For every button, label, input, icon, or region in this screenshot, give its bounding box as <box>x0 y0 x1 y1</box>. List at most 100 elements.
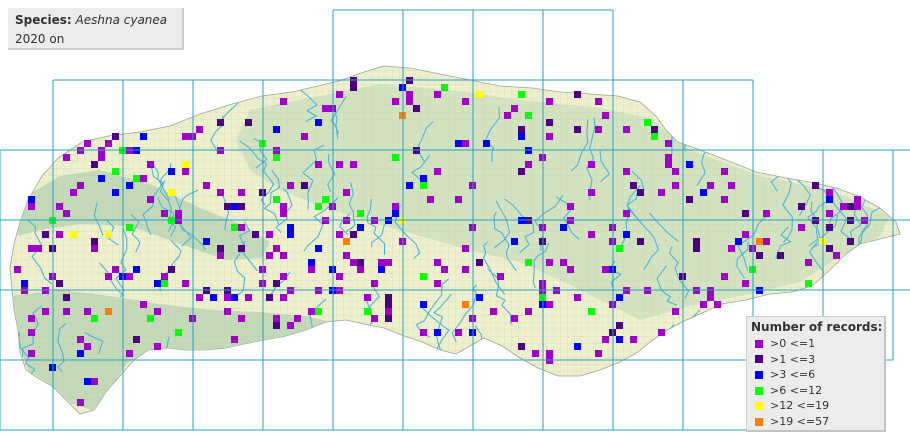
record-cell[interactable] <box>301 133 308 140</box>
record-cell[interactable] <box>756 252 763 259</box>
record-cell[interactable] <box>525 161 532 168</box>
record-cell[interactable] <box>455 140 462 147</box>
record-cell[interactable] <box>364 294 371 301</box>
record-cell[interactable] <box>161 273 168 280</box>
record-cell[interactable] <box>595 126 602 133</box>
record-cell[interactable] <box>672 182 679 189</box>
record-cell[interactable] <box>826 245 833 252</box>
record-cell[interactable] <box>686 161 693 168</box>
record-cell[interactable] <box>637 238 644 245</box>
record-cell[interactable] <box>63 308 70 315</box>
record-cell[interactable] <box>385 294 392 301</box>
record-cell[interactable] <box>385 308 392 315</box>
record-cell[interactable] <box>182 280 189 287</box>
record-cell[interactable] <box>595 98 602 105</box>
record-cell[interactable] <box>616 336 623 343</box>
record-cell[interactable] <box>532 350 539 357</box>
record-cell[interactable] <box>126 182 133 189</box>
record-cell[interactable] <box>161 280 168 287</box>
record-cell[interactable] <box>455 196 462 203</box>
record-cell[interactable] <box>98 154 105 161</box>
record-cell[interactable] <box>77 336 84 343</box>
record-cell[interactable] <box>14 266 21 273</box>
record-cell[interactable] <box>56 280 63 287</box>
record-cell[interactable] <box>273 126 280 133</box>
record-cell[interactable] <box>525 308 532 315</box>
record-cell[interactable] <box>280 273 287 280</box>
record-cell[interactable] <box>217 245 224 252</box>
record-cell[interactable] <box>175 329 182 336</box>
record-cell[interactable] <box>147 315 154 322</box>
record-cell[interactable] <box>224 203 231 210</box>
record-cell[interactable] <box>602 336 609 343</box>
record-cell[interactable] <box>336 231 343 238</box>
record-cell[interactable] <box>518 133 525 140</box>
record-cell[interactable] <box>343 238 350 245</box>
record-cell[interactable] <box>567 266 574 273</box>
record-cell[interactable] <box>490 308 497 315</box>
record-cell[interactable] <box>287 182 294 189</box>
record-cell[interactable] <box>91 378 98 385</box>
record-cell[interactable] <box>350 84 357 91</box>
record-cell[interactable] <box>546 350 553 357</box>
record-cell[interactable] <box>28 196 35 203</box>
record-cell[interactable] <box>658 329 665 336</box>
record-cell[interactable] <box>476 259 483 266</box>
record-cell[interactable] <box>182 133 189 140</box>
record-cell[interactable] <box>805 259 812 266</box>
record-cell[interactable] <box>357 259 364 266</box>
record-cell[interactable] <box>455 329 462 336</box>
record-cell[interactable] <box>28 315 35 322</box>
record-cell[interactable] <box>357 210 364 217</box>
record-cell[interactable] <box>441 266 448 273</box>
record-cell[interactable] <box>420 175 427 182</box>
record-cell[interactable] <box>350 259 357 266</box>
record-cell[interactable] <box>287 322 294 329</box>
record-cell[interactable] <box>434 259 441 266</box>
record-cell[interactable] <box>245 119 252 126</box>
record-cell[interactable] <box>217 189 224 196</box>
record-cell[interactable] <box>518 168 525 175</box>
record-cell[interactable] <box>42 231 49 238</box>
record-cell[interactable] <box>280 294 287 301</box>
record-cell[interactable] <box>140 175 147 182</box>
record-cell[interactable] <box>287 231 294 238</box>
record-cell[interactable] <box>385 259 392 266</box>
record-cell[interactable] <box>315 203 322 210</box>
record-cell[interactable] <box>798 224 805 231</box>
record-cell[interactable] <box>112 133 119 140</box>
record-cell[interactable] <box>511 238 518 245</box>
record-cell[interactable] <box>63 154 70 161</box>
record-cell[interactable] <box>588 308 595 315</box>
record-cell[interactable] <box>392 203 399 210</box>
record-cell[interactable] <box>763 238 770 245</box>
record-cell[interactable] <box>168 168 175 175</box>
record-cell[interactable] <box>112 168 119 175</box>
record-cell[interactable] <box>140 133 147 140</box>
record-cell[interactable] <box>574 294 581 301</box>
record-cell[interactable] <box>35 245 42 252</box>
record-cell[interactable] <box>434 329 441 336</box>
record-cell[interactable] <box>693 245 700 252</box>
record-cell[interactable] <box>623 210 630 217</box>
record-cell[interactable] <box>266 252 273 259</box>
record-cell[interactable] <box>280 98 287 105</box>
record-cell[interactable] <box>154 343 161 350</box>
record-cell[interactable] <box>273 245 280 252</box>
record-cell[interactable] <box>238 315 245 322</box>
record-cell[interactable] <box>574 91 581 98</box>
record-cell[interactable] <box>378 266 385 273</box>
record-cell[interactable] <box>168 266 175 273</box>
record-cell[interactable] <box>63 294 70 301</box>
record-cell[interactable] <box>623 231 630 238</box>
record-cell[interactable] <box>630 336 637 343</box>
record-cell[interactable] <box>812 182 819 189</box>
record-cell[interactable] <box>693 238 700 245</box>
record-cell[interactable] <box>252 231 259 238</box>
record-cell[interactable] <box>602 112 609 119</box>
record-cell[interactable] <box>651 126 658 133</box>
record-cell[interactable] <box>175 210 182 217</box>
record-cell[interactable] <box>224 294 231 301</box>
record-cell[interactable] <box>476 294 483 301</box>
record-cell[interactable] <box>546 133 553 140</box>
